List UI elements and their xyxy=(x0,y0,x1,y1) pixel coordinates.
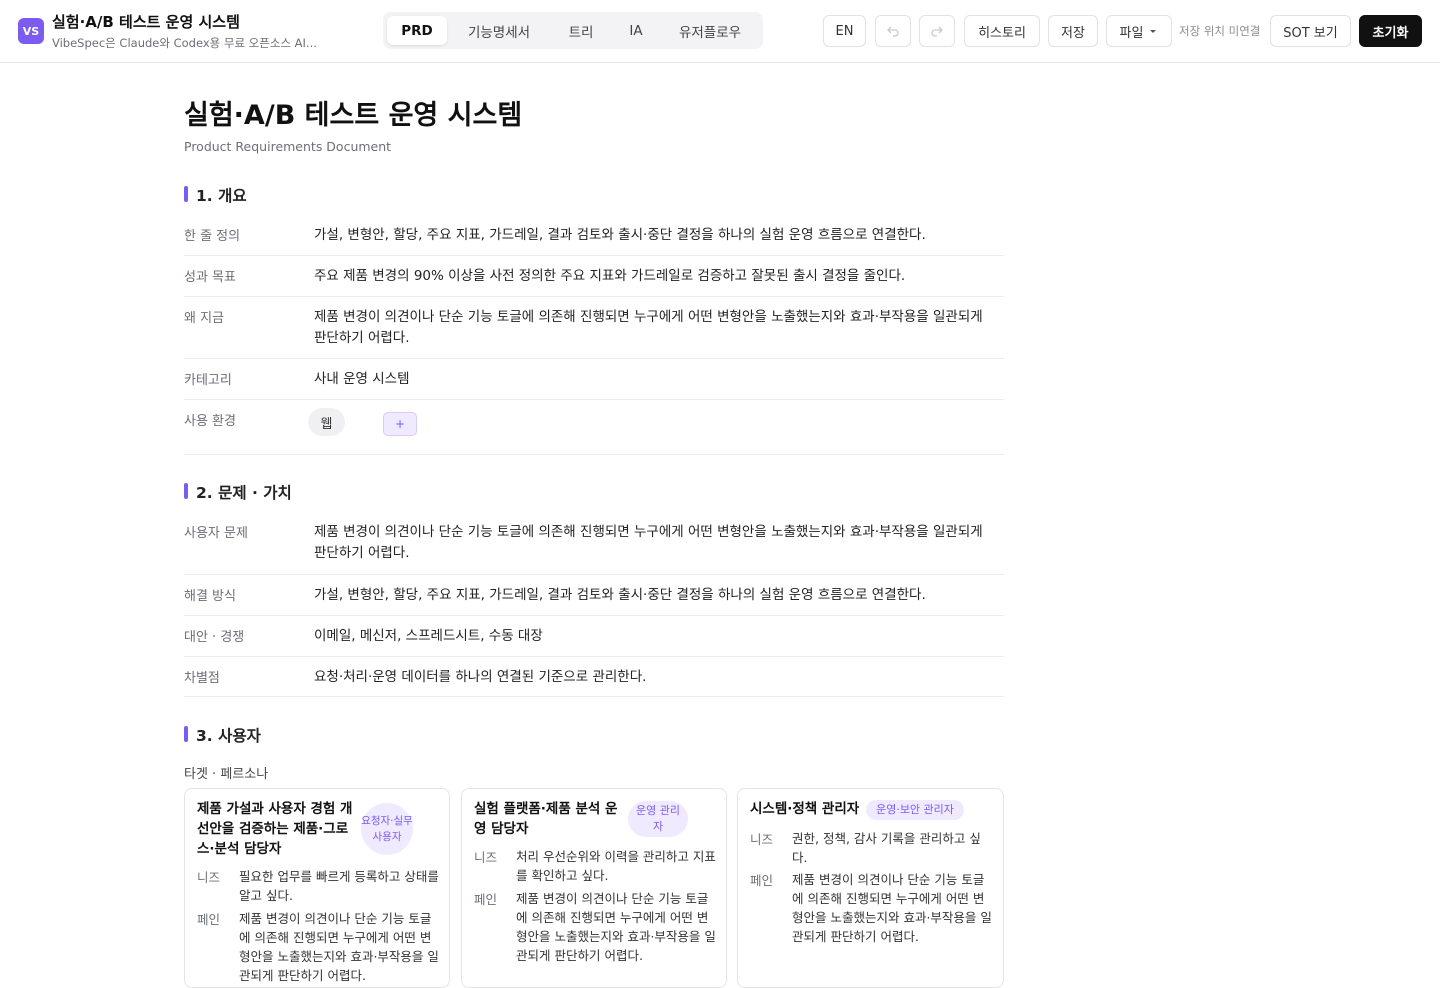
kv-label: 사용 환경 xyxy=(184,414,236,429)
file-menu-button[interactable]: 파일 xyxy=(1106,15,1172,47)
persona-pain: 페인 제품 변경이 의견이나 단순 기능 토글에 의존해 진행되면 누구에게 어… xyxy=(750,870,996,970)
pain-label: 페인 xyxy=(197,912,221,927)
needs-label: 니즈 xyxy=(474,850,498,865)
needs-text: 처리 우선순위와 이력을 관리하고 지표를 확인하고 싶다. xyxy=(516,849,716,883)
kv-row: 왜 지금 제품 변경이 의견이나 단순 기능 토글에 의존해 진행되면 누구에게… xyxy=(184,297,1004,359)
tab-prd[interactable]: PRD xyxy=(387,16,447,45)
kv-value[interactable]: 이메일, 메신저, 스프레드시트, 수동 대장 xyxy=(314,626,994,647)
chevron-down-icon xyxy=(1150,30,1157,33)
kv-value[interactable]: 주요 제품 변경의 90% 이상을 사전 정의한 주요 지표와 가드레일로 검증… xyxy=(314,266,994,287)
section-heading-problem-value: 2. 문제 · 가치 xyxy=(184,481,292,503)
persona-pain: 페인 제품 변경이 의견이나 단순 기능 토글에 의존해 진행되면 누구에게 어… xyxy=(474,889,720,987)
pain-label: 페인 xyxy=(474,892,498,907)
save-location-status: 저장 위치 미연결 xyxy=(1179,24,1261,38)
persona-pain: 페인 제품 변경이 의견이나 단순 기능 토글에 의존해 진행되면 누구에게 어… xyxy=(197,909,443,987)
role-badge: 요청자·실무 사용자 xyxy=(361,803,413,855)
redo-button[interactable] xyxy=(919,15,955,47)
kv-label: 왜 지금 xyxy=(184,311,225,326)
top-bar: VS 실험·A/B 테스트 운영 시스템 VibeSpec은 Claude와 C… xyxy=(0,0,1440,63)
kv-value[interactable]: 가설, 변형안, 할당, 주요 지표, 가드레일, 결과 검토와 출시·중단 결… xyxy=(314,585,994,606)
pain-label: 페인 xyxy=(750,873,774,888)
kv-row: 한 줄 정의 가설, 변형안, 할당, 주요 지표, 가드레일, 결과 검토와 … xyxy=(184,215,1004,256)
persona-title: 시스템·정책 관리자 xyxy=(750,801,860,817)
kv-label: 차별점 xyxy=(184,671,220,686)
save-button[interactable]: 저장 xyxy=(1048,15,1098,47)
kv-row: 카테고리 사내 운영 시스템 xyxy=(184,359,1004,400)
kv-label: 한 줄 정의 xyxy=(184,229,241,244)
pain-text: 제품 변경이 의견이나 단순 기능 토글에 의존해 진행되면 누구에게 어떤 변… xyxy=(239,911,439,983)
tab-user-flow[interactable]: 유저플로우 xyxy=(661,16,759,45)
pain-text: 제품 변경이 의견이나 단순 기능 토글에 의존해 진행되면 누구에게 어떤 변… xyxy=(516,891,716,963)
persona-subheading: 타겟 · 페르소나 xyxy=(184,767,269,782)
needs-label: 니즈 xyxy=(197,870,221,885)
kv-row: 사용 환경 웹 + xyxy=(184,400,1004,455)
kv-row: 사용자 문제 제품 변경이 의견이나 단순 기능 토글에 의존해 진행되면 누구… xyxy=(184,512,1004,575)
sot-view-button[interactable]: SOT 보기 xyxy=(1270,15,1351,47)
add-environment-button[interactable]: + xyxy=(383,412,417,436)
kv-value[interactable]: 제품 변경이 의견이나 단순 기능 토글에 의존해 진행되면 누구에게 어떤 변… xyxy=(314,307,994,349)
role-badge: 운영 관리자 xyxy=(628,801,688,837)
environment-chip[interactable]: 웹 xyxy=(308,408,345,436)
language-button[interactable]: EN xyxy=(823,15,866,47)
kv-label: 카테고리 xyxy=(184,373,232,388)
app-title: 실험·A/B 테스트 운영 시스템 xyxy=(52,13,240,31)
kv-row: 성과 목표 주요 제품 변경의 90% 이상을 사전 정의한 주요 지표와 가드… xyxy=(184,256,1004,297)
persona-title: 실험 플랫폼·제품 분석 운영 담당자 xyxy=(474,801,618,837)
persona-needs: 니즈 권한, 정책, 감사 기록을 관리하고 싶다. xyxy=(750,829,996,869)
redo-icon xyxy=(931,26,943,37)
persona-card[interactable]: 실험 플랫폼·제품 분석 운영 담당자 운영 관리자 니즈 처리 우선순위와 이… xyxy=(461,788,727,988)
tab-feature-spec[interactable]: 기능명세서 xyxy=(447,16,551,45)
tab-ia[interactable]: IA xyxy=(611,16,661,45)
persona-needs: 니즈 필요한 업무를 빠르게 등록하고 상태를 알고 싶다. xyxy=(197,867,443,907)
page-subtitle: Product Requirements Document xyxy=(184,139,392,154)
kv-value[interactable]: 제품 변경이 의견이나 단순 기능 토글에 의존해 진행되면 누구에게 어떤 변… xyxy=(314,522,994,564)
kv-value[interactable]: 가설, 변형안, 할당, 주요 지표, 가드레일, 결과 검토와 출시·중단 결… xyxy=(314,225,994,246)
file-menu-label: 파일 xyxy=(1119,25,1144,41)
needs-text: 권한, 정책, 감사 기록을 관리하고 싶다. xyxy=(792,831,981,865)
kv-label: 해결 방식 xyxy=(184,589,236,604)
page-title: 실험·A/B 테스트 운영 시스템 xyxy=(184,100,523,131)
kv-row: 해결 방식 가설, 변형안, 할당, 주요 지표, 가드레일, 결과 검토와 출… xyxy=(184,575,1004,616)
persona-needs: 니즈 처리 우선순위와 이력을 관리하고 지표를 확인하고 싶다. xyxy=(474,847,720,887)
undo-button[interactable] xyxy=(875,15,911,47)
kv-row: 차별점 요청·처리·운영 데이터를 하나의 연결된 기준으로 관리한다. xyxy=(184,657,1004,697)
kv-row: 대안 · 경쟁 이메일, 메신저, 스프레드시트, 수동 대장 xyxy=(184,616,1004,657)
section-heading-users: 3. 사용자 xyxy=(184,724,261,746)
persona-card[interactable]: 제품 가설과 사용자 경험 개선안을 검증하는 제품·그로스·분석 담당자 요청… xyxy=(184,788,450,988)
kv-label: 성과 목표 xyxy=(184,270,236,285)
section-heading-overview: 1. 개요 xyxy=(184,184,247,206)
needs-text: 필요한 업무를 빠르게 등록하고 상태를 알고 싶다. xyxy=(239,869,439,903)
reset-button[interactable]: 초기화 xyxy=(1359,15,1422,47)
role-badge: 운영·보안 관리자 xyxy=(866,800,964,820)
app-logo: VS xyxy=(18,18,44,44)
undo-icon xyxy=(887,26,899,37)
app-subtitle: VibeSpec은 Claude와 Codex용 무료 오픈소스 AI... xyxy=(52,36,317,50)
persona-card[interactable]: 시스템·정책 관리자 운영·보안 관리자 니즈 권한, 정책, 감사 기록을 관… xyxy=(737,788,1004,988)
needs-label: 니즈 xyxy=(750,832,774,847)
history-button[interactable]: 히스토리 xyxy=(964,15,1040,47)
kv-value[interactable]: 요청·처리·운영 데이터를 하나의 연결된 기준으로 관리한다. xyxy=(314,667,994,688)
view-tabs: PRD 기능명세서 트리 IA 유저플로우 xyxy=(383,12,763,49)
tab-tree[interactable]: 트리 xyxy=(551,16,611,45)
persona-title: 제품 가설과 사용자 경험 개선안을 검증하는 제품·그로스·분석 담당자 xyxy=(197,801,353,857)
pain-text: 제품 변경이 의견이나 단순 기능 토글에 의존해 진행되면 누구에게 어떤 변… xyxy=(792,872,992,944)
kv-value[interactable]: 사내 운영 시스템 xyxy=(314,369,994,390)
kv-label: 사용자 문제 xyxy=(184,526,248,541)
kv-label: 대안 · 경쟁 xyxy=(184,630,245,645)
